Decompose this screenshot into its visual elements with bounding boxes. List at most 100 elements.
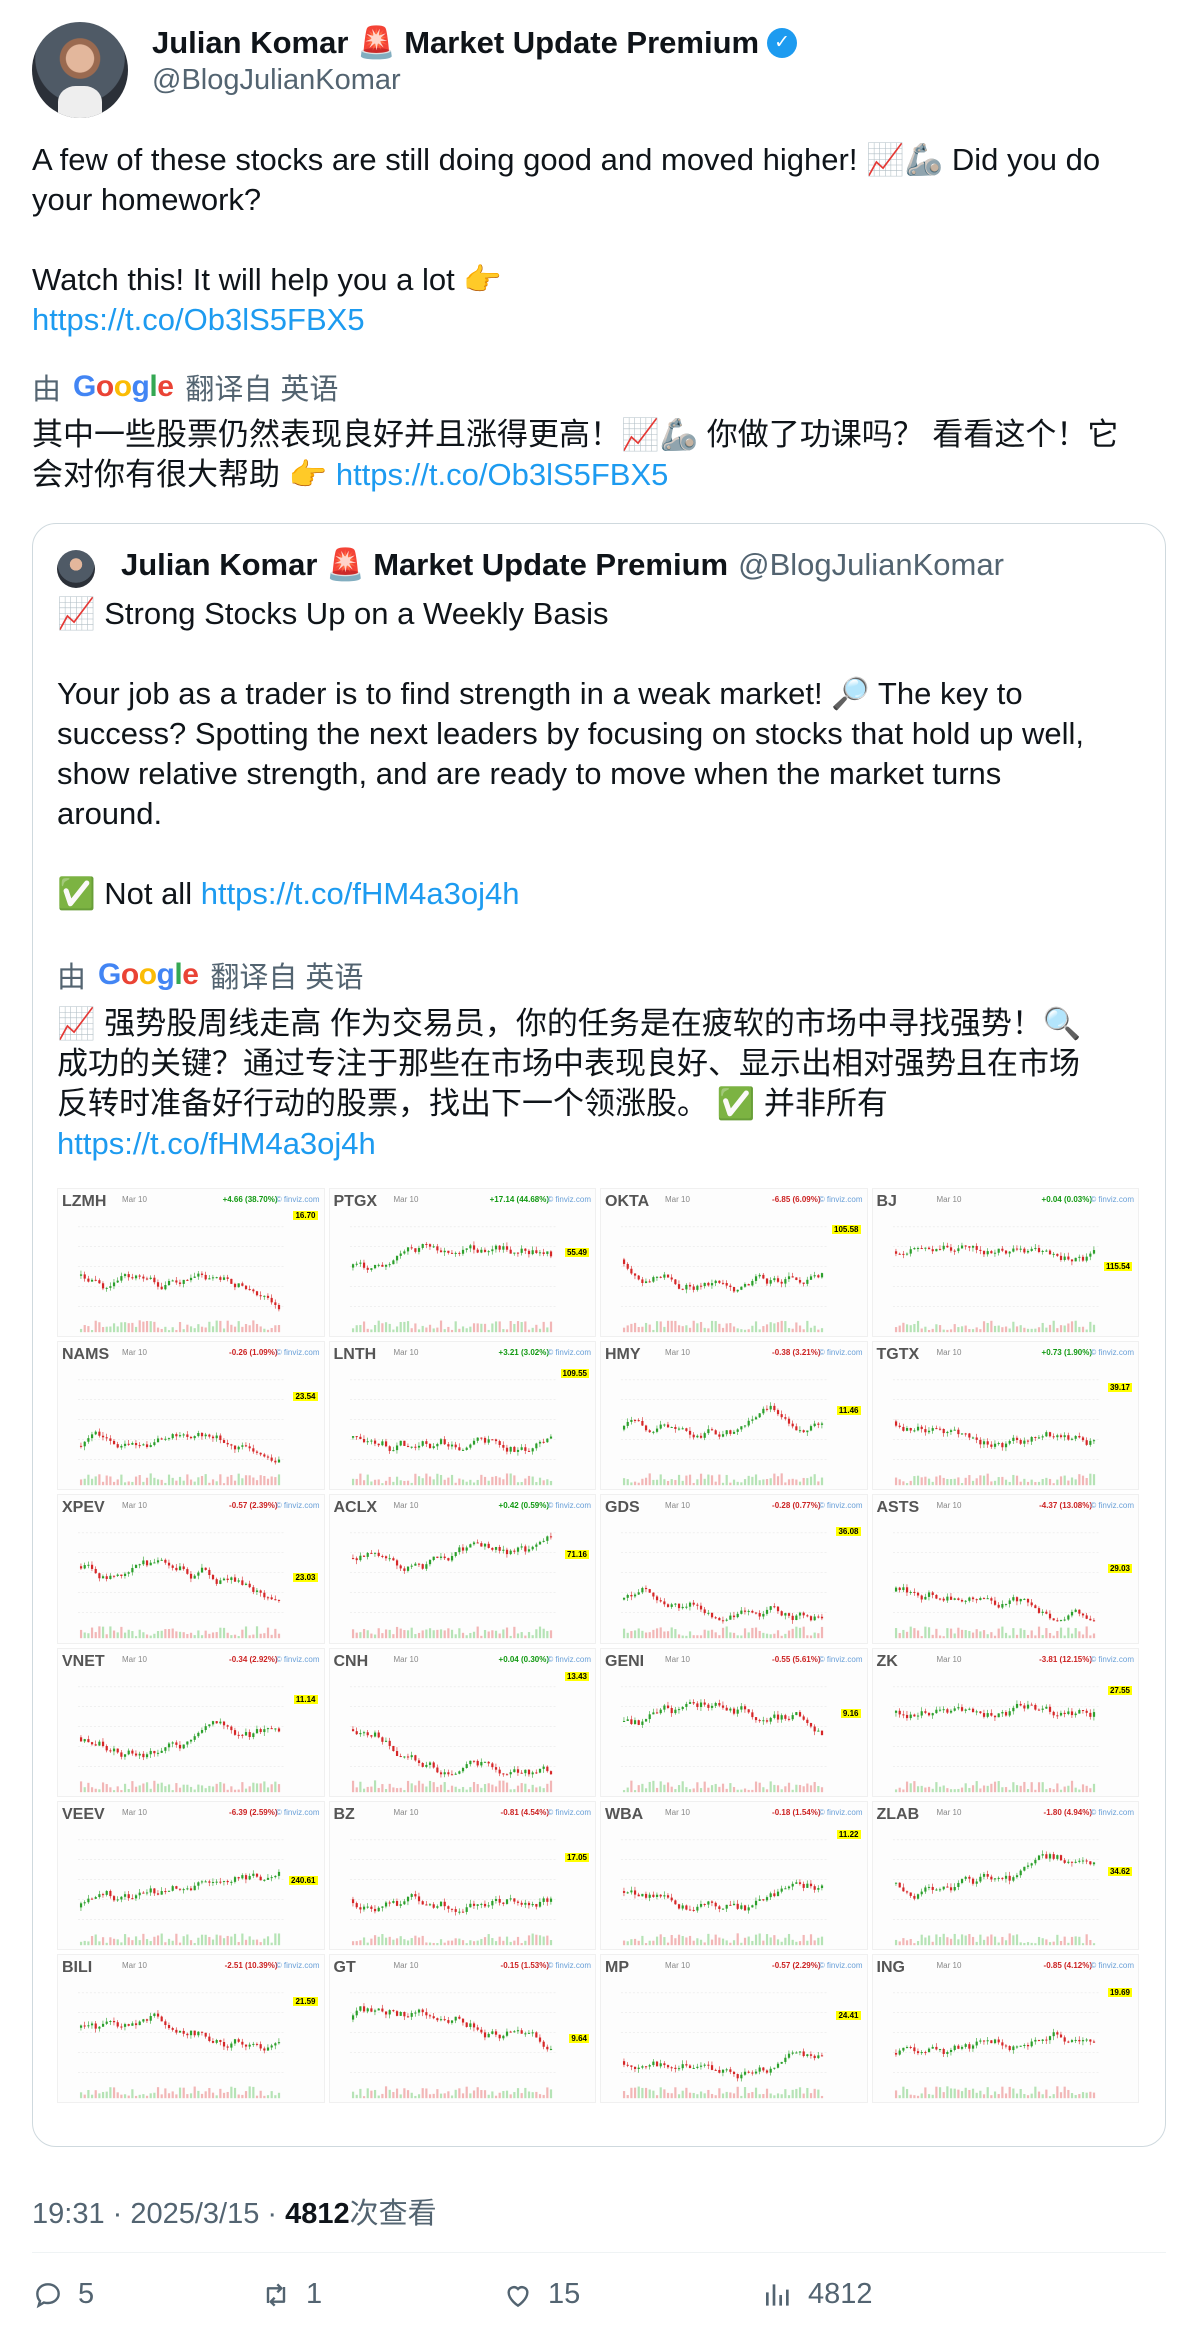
view-count: 4812 — [285, 2198, 350, 2230]
chart-source: © finviz.com — [1090, 1807, 1134, 1817]
quoted-translated-line-2: 成功的关键？通过专注于那些在市场中表现良好、显示出相对强势且在市场 — [57, 1046, 1080, 1081]
chart-ticker: VEEV — [62, 1805, 105, 1823]
chart-source: © finviz.com — [547, 1960, 591, 1970]
candlestick-chart — [892, 1532, 1099, 1639]
quoted-translate-suffix[interactable]: 翻译自 英语 — [210, 954, 363, 996]
chart-price: 109.55 — [560, 1369, 589, 1379]
translate-suffix[interactable]: 翻译自 英语 — [185, 366, 338, 408]
tweet-text-line-1: A few of these stocks are still doing go… — [32, 142, 1101, 177]
chart-price: 9.64 — [569, 2033, 589, 2043]
chart-ticker: BJ — [876, 1193, 897, 1210]
like-count: 15 — [548, 2278, 581, 2310]
analytics-icon — [766, 2283, 789, 2306]
tweet-link[interactable]: https://t.co/Ob3lS5FBX5 — [32, 300, 365, 340]
chart-change: -1.80 (4.94%) — [1043, 1807, 1092, 1817]
reply-icon — [36, 2282, 60, 2308]
chart-source: © finviz.com — [275, 1654, 320, 1664]
chart-ticker: LZMH — [62, 1193, 107, 1210]
chart-source: © finviz.com — [1090, 1195, 1134, 1204]
translated-link[interactable]: https://t.co/Ob3lS5FBX5 — [336, 457, 669, 492]
stock-chart-xpev: XPEV Mar 10 -0.57 (2.39%) © finviz.com 23.03 — [57, 1494, 325, 1644]
chart-date: Mar 10 — [122, 1654, 147, 1664]
translate-prefix: 由 — [32, 374, 62, 406]
chart-price: 27.55 — [1107, 1685, 1132, 1695]
tweet-text-line-2: your homework? — [32, 182, 262, 217]
quoted-not-all-line: ✅ Not all https://t.co/fHM4a3oj4h — [57, 874, 1147, 914]
quoted-tweet[interactable]: Julian Komar 🚨 Market Update Premium @Bl… — [32, 523, 1166, 2147]
reply-count: 5 — [78, 2278, 95, 2310]
candlestick-chart — [620, 1992, 827, 2099]
chart-date: Mar 10 — [665, 1960, 690, 1970]
chart-price: 24.41 — [836, 2010, 861, 2020]
views-button[interactable]: 4812 — [762, 2278, 873, 2311]
candlestick-chart — [620, 1379, 827, 1486]
chart-source: © finviz.com — [818, 1501, 863, 1511]
chart-ticker: TGTX — [876, 1346, 920, 1364]
tweet-timestamp[interactable]: 19:31 · 2025/3/15 · — [32, 2198, 285, 2230]
chart-date: Mar 10 — [122, 1348, 147, 1358]
candlestick-chart — [892, 1226, 1099, 1333]
quoted-translate-prefix: 由 — [57, 962, 87, 994]
chart-source: © finviz.com — [275, 1501, 320, 1511]
chart-ticker: GDS — [605, 1499, 640, 1517]
stock-chart-asts: ASTS Mar 10 -4.37 (13.08%) © finviz.com 29.0… — [871, 1494, 1139, 1644]
like-button[interactable]: 15 — [502, 2278, 580, 2311]
chart-source: © finviz.com — [275, 1960, 320, 1970]
stock-chart-cnh: CNH Mar 10 +0.04 (0.30%) © finviz.com 13.43 — [328, 1647, 596, 1797]
avatar[interactable] — [32, 22, 128, 118]
chart-change: -0.81 (4.54%) — [500, 1807, 549, 1817]
chart-change: +17.14 (44.68%) — [489, 1195, 549, 1204]
chart-change: -6.39 (2.59%) — [229, 1807, 278, 1817]
stock-chart-geni: GENI Mar 10 -0.55 (5.61%) © finviz.com 9.16 — [600, 1647, 868, 1797]
retweet-button[interactable]: 1 — [260, 2278, 322, 2311]
stock-chart-vnet: VNET Mar 10 -0.34 (2.92%) © finviz.com 11.14 — [57, 1647, 325, 1797]
stock-chart-wba: WBA Mar 10 -0.18 (1.54%) © finviz.com 11.22 — [600, 1800, 868, 1950]
reply-button[interactable]: 5 — [32, 2278, 94, 2311]
stock-chart-tgtx: TGTX Mar 10 +0.73 (1.90%) © finviz.com 39.17 — [871, 1341, 1139, 1491]
quoted-title: 📈 Strong Stocks Up on a Weekly Basis — [57, 596, 609, 631]
chart-ticker: CNH — [333, 1652, 369, 1670]
translated-text-line-2: 会对你有很大帮助 👉 https://t.co/Ob3lS5FBX5 — [32, 455, 668, 495]
candlestick-chart — [620, 1839, 827, 1945]
author-handle[interactable]: @BlogJulianKomar — [152, 64, 401, 97]
author-display-name[interactable]: Julian Komar 🚨 Market Update Premium — [152, 24, 759, 61]
quoted-translated-link[interactable]: https://t.co/fHM4a3oj4h — [57, 1124, 1147, 1164]
candlestick-chart — [77, 1685, 284, 1792]
chart-price: 17.05 — [564, 1852, 589, 1862]
chart-change: -0.57 (2.39%) — [229, 1501, 278, 1511]
chart-date: Mar 10 — [393, 1654, 419, 1664]
chart-change: -0.28 (0.77%) — [772, 1501, 821, 1511]
chart-date: Mar 10 — [936, 1960, 962, 1970]
chart-ticker: PTGX — [333, 1193, 378, 1210]
views-count: 4812 — [808, 2278, 873, 2310]
chart-date: Mar 10 — [393, 1807, 419, 1817]
stock-chart-grid-image[interactable]: LZMH Mar 10 +4.66 (38.70%) © finviz.com 16.7… — [57, 1188, 1139, 2103]
chart-source: © finviz.com — [1090, 1348, 1134, 1358]
chart-price: 21.59 — [293, 1996, 318, 2006]
chart-change: -0.18 (1.54%) — [772, 1807, 821, 1817]
chart-price: 11.46 — [836, 1406, 861, 1416]
action-bar: 5 1 15 4812 — [32, 2278, 1166, 2318]
chart-ticker: GT — [333, 1958, 356, 1976]
retweet-count: 1 — [306, 2278, 323, 2310]
chart-date: Mar 10 — [936, 1195, 962, 1204]
candlestick-chart — [77, 1839, 284, 1945]
quoted-para-line-2: success? Spotting the next leaders by fo… — [57, 716, 1085, 751]
chart-source: © finviz.com — [818, 1195, 863, 1204]
retweet-icon — [266, 2282, 286, 2307]
chart-ticker: ING — [876, 1958, 905, 1976]
chart-change: +0.73 (1.90%) — [1041, 1348, 1092, 1358]
chart-change: -0.34 (2.92%) — [229, 1654, 278, 1664]
quoted-link[interactable]: https://t.co/fHM4a3oj4h — [201, 876, 520, 911]
quoted-translated-line-1: 📈 强势股周线走高 作为交易员，你的任务是在疲软的市场中寻找强势！🔍 — [57, 1006, 1082, 1041]
chart-change: -0.15 (1.53%) — [500, 1960, 549, 1970]
chart-date: Mar 10 — [122, 1195, 147, 1204]
stock-chart-bz: BZ Mar 10 -0.81 (4.54%) © finviz.com 17.05 — [328, 1800, 596, 1950]
chart-change: -4.37 (13.08%) — [1039, 1501, 1092, 1511]
chart-date: Mar 10 — [122, 1501, 147, 1511]
chart-change: -0.55 (5.61%) — [772, 1654, 821, 1664]
chart-ticker: ZLAB — [876, 1805, 920, 1823]
candlestick-chart — [77, 1532, 284, 1639]
chart-change: -6.85 (6.09%) — [772, 1195, 821, 1204]
candlestick-chart — [892, 1839, 1099, 1945]
